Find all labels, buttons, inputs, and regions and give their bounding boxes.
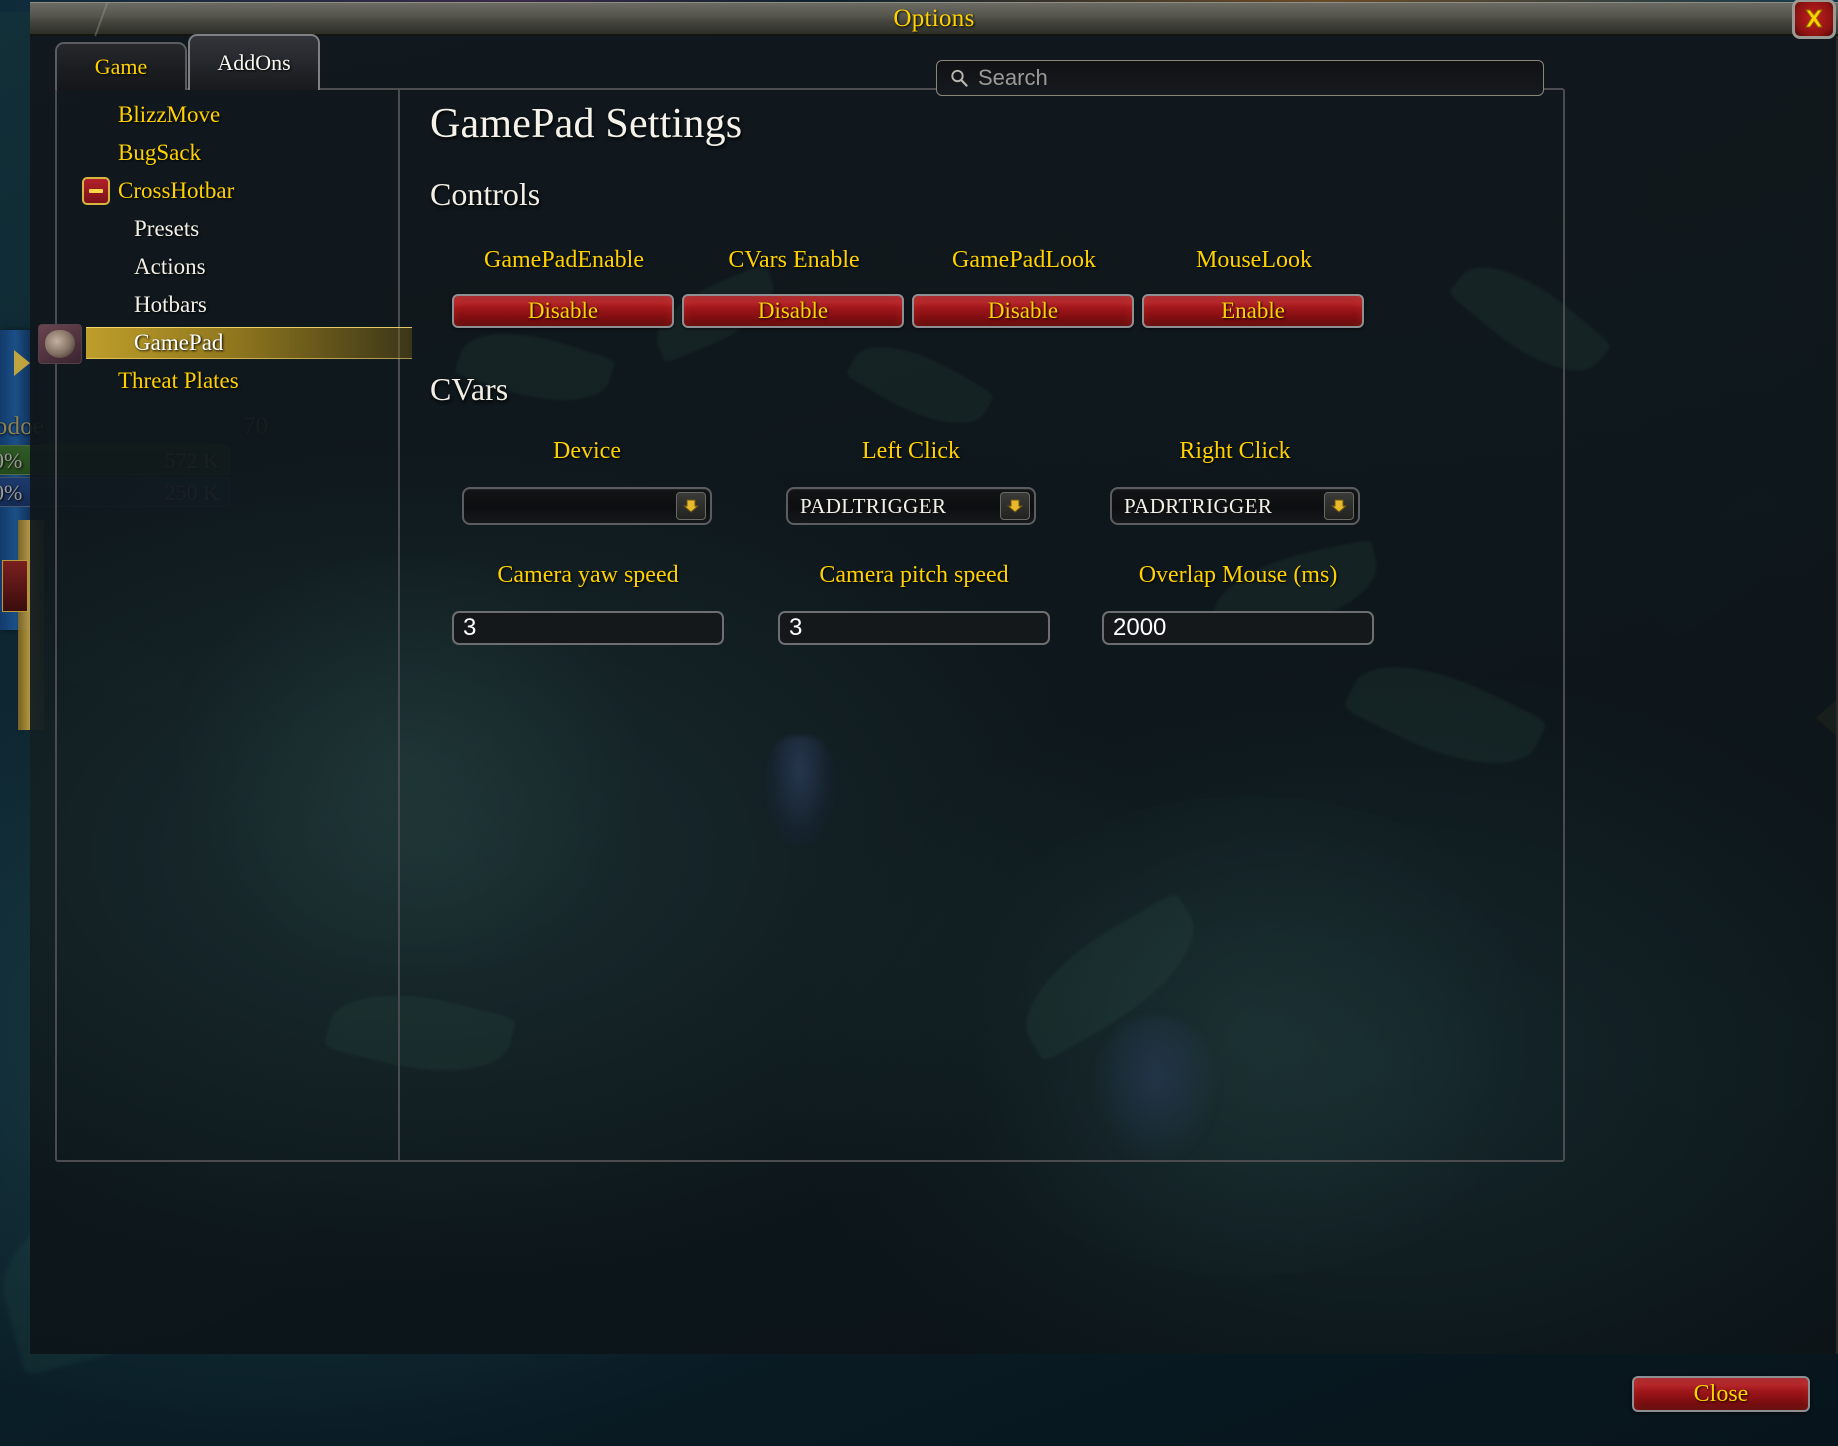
sidebar-item-label: Hotbars: [134, 292, 207, 317]
input-value: 3: [789, 614, 803, 641]
close-button[interactable]: Close: [1632, 1376, 1810, 1412]
page-title: GamePad Settings: [430, 101, 743, 147]
control-label: GamePadLook: [952, 247, 1096, 273]
control-label: CVars Enable: [728, 247, 860, 273]
sidebar-item-label: Actions: [134, 254, 206, 279]
cvar-device: Device: [462, 438, 712, 525]
cvar-camera-pitch: Camera pitch speed 3: [778, 562, 1050, 645]
cvars-enable-toggle-button[interactable]: Disable: [682, 294, 904, 328]
cvar-left-click: Left Click PADLTRIGGER: [786, 438, 1036, 525]
camera-yaw-speed-input[interactable]: 3: [452, 611, 724, 645]
control-cvars-enable: CVars Enable Disable: [682, 247, 906, 328]
control-label: GamePadEnable: [484, 247, 644, 273]
cvar-camera-yaw: Camera yaw speed 3: [452, 562, 724, 645]
controls-row: GamePadEnable Disable CVars Enable Disab…: [430, 247, 1560, 343]
sidebar-item-label: Presets: [134, 216, 200, 241]
tab-game[interactable]: Game: [55, 42, 187, 90]
options-dialog: Options Game AddOns Search BlizzMove Bug…: [30, 0, 1838, 1446]
sidebar-item-label: Threat Plates: [118, 368, 239, 393]
right-click-dropdown[interactable]: PADRTRIGGER: [1110, 487, 1360, 525]
search-placeholder: Search: [978, 65, 1048, 90]
sidebar-item-label: CrossHotbar: [118, 178, 235, 203]
dropdown-value: PADRTRIGGER: [1124, 493, 1273, 518]
dialog-title-bar: Options: [30, 2, 1838, 37]
chevron-down-icon[interactable]: [1324, 492, 1354, 520]
close-x-button[interactable]: [1792, 0, 1836, 39]
minus-icon[interactable]: [82, 177, 110, 205]
sidebar-item-label: GamePad: [134, 330, 224, 355]
title-bar-highlight: [93, 3, 109, 37]
cvars-grid: Device Left Click PADLTRIGGER Right Clic…: [430, 438, 1560, 688]
chevron-down-icon[interactable]: [676, 492, 706, 520]
gamepadenable-toggle-button[interactable]: Disable: [452, 294, 674, 328]
mouselook-toggle-button[interactable]: Enable: [1142, 294, 1364, 328]
search-icon: [951, 69, 968, 87]
input-value: 2000: [1113, 614, 1167, 641]
sidebar-item-presets[interactable]: Presets: [60, 210, 396, 248]
sidebar-item-label: BugSack: [118, 140, 202, 165]
control-mouselook: MouseLook Enable: [1142, 247, 1366, 328]
input-value: 3: [463, 614, 477, 641]
sidebar-item-gamepad[interactable]: GamePad: [38, 324, 412, 364]
sidebar-divider: [398, 90, 400, 1160]
cvar-overlap-mouse: Overlap Mouse (ms) 2000: [1102, 562, 1374, 645]
dropdown-value: PADLTRIGGER: [800, 493, 947, 518]
cvar-right-click: Right Click PADRTRIGGER: [1110, 438, 1360, 525]
background-action-button: [2, 560, 28, 612]
camera-pitch-speed-input[interactable]: 3: [778, 611, 1050, 645]
left-click-dropdown[interactable]: PADLTRIGGER: [786, 487, 1036, 525]
dialog-footer: Close: [30, 1356, 1838, 1446]
gamepadlook-toggle-button[interactable]: Disable: [912, 294, 1134, 328]
dialog-title: Options: [893, 4, 975, 32]
cvar-label: Right Click: [1179, 438, 1291, 464]
close-x-icon: [1805, 9, 1823, 28]
cvar-label: Camera yaw speed: [497, 562, 679, 588]
addon-list-sidebar: BlizzMove BugSack CrossHotbar Presets Ac…: [38, 96, 412, 1156]
device-dropdown[interactable]: [462, 487, 712, 525]
sidebar-item-crosshotbar[interactable]: CrossHotbar: [60, 172, 396, 210]
section-heading-cvars: CVars: [430, 371, 509, 407]
overlap-mouse-input[interactable]: 2000: [1102, 611, 1374, 645]
search-input[interactable]: Search: [936, 60, 1544, 96]
sidebar-item-blizzmove[interactable]: BlizzMove: [60, 96, 396, 134]
control-gamepadlook: GamePadLook Disable: [912, 247, 1136, 328]
sidebar-item-bugsack[interactable]: BugSack: [60, 134, 396, 172]
portrait-icon: [38, 324, 82, 364]
cvar-label: Left Click: [862, 438, 960, 464]
sidebar-item-threat-plates[interactable]: Threat Plates: [60, 362, 396, 400]
control-gamepadenable: GamePadEnable Disable: [452, 247, 676, 328]
section-heading-controls: Controls: [430, 176, 541, 212]
tab-addons[interactable]: AddOns: [188, 34, 320, 90]
settings-main-content: GamePad Settings Controls GamePadEnable …: [430, 100, 1560, 688]
mana-percent: 100%: [0, 480, 23, 505]
sidebar-item-actions[interactable]: Actions: [60, 248, 396, 286]
chevron-down-icon[interactable]: [1000, 492, 1030, 520]
control-label: MouseLook: [1196, 247, 1312, 273]
sidebar-item-hotbars[interactable]: Hotbars: [60, 286, 396, 324]
left-edge-arrow-icon: [14, 350, 30, 376]
cvar-label: Camera pitch speed: [819, 562, 1009, 588]
tab-bar: Game AddOns: [55, 34, 320, 90]
health-percent: 100%: [0, 448, 23, 473]
cvar-label: Overlap Mouse (ms): [1138, 562, 1338, 588]
cvar-label: Device: [553, 438, 621, 464]
sidebar-item-label: BlizzMove: [118, 102, 221, 127]
